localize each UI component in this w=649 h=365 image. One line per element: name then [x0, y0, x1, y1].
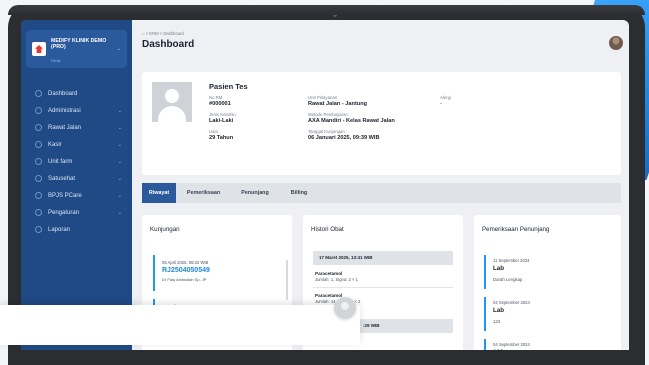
no-rm-label: No RM — [209, 95, 223, 100]
patient-card: Pasien Tes No RM #000001 Jenis Kelamin L… — [142, 72, 621, 175]
sidebar-item-label: Pengaturan — [48, 209, 80, 216]
floating-window — [0, 305, 360, 345]
sidebar-item-label: Laporan — [48, 226, 71, 233]
histori-obat-title: Histori Obat — [311, 226, 344, 233]
penunjang-type: 123 — [493, 349, 503, 350]
page-title: Dashboard — [142, 39, 195, 50]
sidebar-item-label: Kasir — [48, 141, 62, 148]
visit-date-value: 06 Januari 2025, 09:39 WIB — [308, 135, 380, 141]
obat-dose: Jumlah: 1, Signa: 2 × 1 — [315, 277, 358, 282]
penunjang-date: 04 September 2024 — [493, 342, 530, 347]
home-icon[interactable]: ⌂ — [142, 31, 145, 36]
kunjungan-date: 05 April 2025, 08:22 WIB — [162, 260, 209, 265]
patient-name: Pasien Tes — [209, 82, 248, 91]
penunjang-type: Lab — [493, 307, 505, 314]
sidebar: MEDIFY KLINIK DEMO (PRO) Klinik ⌄ Dashbo… — [21, 20, 132, 350]
sidebar-item-label: Unit farm — [48, 158, 73, 165]
chevron-down-icon: ⌄ — [116, 46, 121, 52]
payment-label: Metode Pembayaran — [308, 112, 348, 117]
penunjang-item[interactable]: 11 September 2024 Lab Darah Lengkap — [484, 255, 621, 289]
age-value: 29 Tahun — [209, 135, 234, 141]
gender-label: Jenis Kelamin — [209, 112, 236, 117]
histori-obat-date-text: :29 WIB — [363, 323, 380, 328]
unit-label: Unit Pelayanan — [308, 95, 338, 100]
sidebar-item-rawat-jalan[interactable]: Rawat Jalan ⌄ — [21, 119, 132, 136]
sidebar-item-label: BPJS PCare — [48, 192, 82, 199]
chevron-down-icon: ⌄ — [117, 175, 122, 182]
age-label: Usia — [209, 129, 218, 134]
tab-pemeriksaan[interactable]: Pemeriksaan — [176, 183, 231, 203]
sidebar-item-kasir[interactable]: Kasir ⌄ — [21, 136, 132, 153]
sidebar-item-pengaturan[interactable]: Pengaturan ⌄ — [21, 204, 132, 221]
sidebar-item-satusehat[interactable]: Satusehat ⌄ — [21, 170, 132, 187]
chevron-down-icon: ⌄ — [117, 107, 122, 114]
payment-value: AXA Mandiri - Kelas Rawat Jalan — [308, 118, 395, 124]
sidebar-item-dashboard[interactable]: Dashboard — [21, 85, 132, 102]
sidebar-item-label: Dashboard — [48, 90, 78, 97]
breadcrumb: ⌂ > ERM > Dashboard — [142, 31, 184, 36]
sidebar-item-label: Administrasi — [48, 107, 81, 114]
penunjang-item[interactable]: 04 September 2024 123 — [484, 339, 621, 350]
tab-penunjang[interactable]: Penunjang — [231, 183, 279, 203]
sidebar-menu: Dashboard Administrasi ⌄ Rawat Jalan ⌄ Kasir ⌄… — [21, 85, 132, 238]
penunjang-panel: Pemeriksaan Penunjang 11 September 2024 … — [474, 215, 621, 350]
menu-item-icon — [35, 158, 42, 165]
penunjang-desc: 123 — [493, 319, 501, 324]
obat-dose: × 1 — [359, 349, 365, 350]
sidebar-item-unit-farm[interactable]: Unit farm ⌄ — [21, 153, 132, 170]
no-rm-value: #000001 — [209, 101, 231, 107]
clinic-logo-icon — [32, 42, 46, 56]
patient-photo-placeholder — [152, 82, 192, 122]
chevron-down-icon: ⌄ — [117, 158, 122, 165]
chevron-down-icon: ⌄ — [117, 209, 122, 216]
chevron-down-icon: ⌄ — [117, 141, 122, 148]
histori-obat-date-header: 17 Maret 2025, 13:41 WIB — [313, 251, 453, 265]
tab-riwayat[interactable]: Riwayat — [142, 183, 176, 203]
clinic-type: Klinik — [51, 58, 61, 63]
menu-item-icon — [35, 209, 42, 216]
obat-name: Paracetamol — [315, 293, 343, 298]
sidebar-item-bpjs-pcare[interactable]: BPJS PCare ⌄ — [21, 187, 132, 204]
kunjungan-title: Kunjungan — [150, 226, 180, 233]
clinic-name: MEDIFY KLINIK DEMO (PRO) — [51, 38, 107, 50]
tab-billing[interactable]: Billing — [279, 183, 319, 203]
gender-value: Laki-Laki — [209, 118, 234, 124]
clinic-switcher[interactable]: MEDIFY KLINIK DEMO (PRO) Klinik ⌄ — [26, 30, 127, 68]
visit-date-label: Tanggal Kunjungan — [308, 129, 345, 134]
obat-name: Paracetamol — [315, 271, 343, 276]
penunjang-desc: Darah Lengkap — [493, 277, 523, 282]
chevron-down-icon: ⌄ — [117, 124, 122, 131]
divider — [313, 287, 453, 288]
sidebar-item-label: Satusehat — [48, 175, 76, 182]
menu-item-icon — [35, 124, 42, 131]
menu-item-icon — [35, 175, 42, 182]
menu-item-icon — [35, 90, 42, 97]
camera-icon — [333, 13, 337, 17]
sidebar-item-label: Rawat Jalan — [48, 124, 82, 131]
kunjungan-scrollbar[interactable] — [286, 260, 288, 300]
kunjungan-number-link[interactable]: RJ2504050549 — [162, 267, 210, 274]
sidebar-item-administrasi[interactable]: Administrasi ⌄ — [21, 102, 132, 119]
menu-item-icon — [35, 226, 42, 233]
menu-item-icon — [35, 192, 42, 199]
breadcrumb-path[interactable]: > ERM > Dashboard — [146, 31, 184, 36]
sidebar-item-laporan[interactable]: Laporan — [21, 221, 132, 238]
penunjang-title: Pemeriksaan Penunjang — [482, 226, 550, 233]
avatar-placeholder-icon — [334, 297, 356, 319]
kunjungan-item[interactable]: 05 April 2025, 08:22 WIB RJ2504050549 Dr… — [153, 255, 283, 291]
chevron-down-icon: ⌄ — [117, 192, 122, 199]
kunjungan-doctor: Dr Faiq Aminullah Sp. JP — [162, 277, 207, 282]
unit-value: Rawat Jalan - Jantung — [308, 101, 368, 107]
menu-item-icon — [35, 141, 42, 148]
allergy-value: - — [440, 101, 442, 107]
allergy-label: Alergi — [440, 95, 451, 100]
menu-item-icon — [35, 107, 42, 114]
penunjang-date: 11 September 2024 — [493, 258, 530, 263]
user-avatar[interactable] — [609, 36, 623, 50]
app-screen: MEDIFY KLINIK DEMO (PRO) Klinik ⌄ Dashbo… — [21, 20, 629, 350]
penunjang-date: 04 September 2024 — [493, 300, 530, 305]
penunjang-item[interactable]: 04 September 2024 Lab 123 — [484, 297, 621, 331]
penunjang-type: Lab — [493, 265, 505, 272]
record-tabs: Riwayat Pemeriksaan Penunjang Billing — [142, 183, 621, 203]
